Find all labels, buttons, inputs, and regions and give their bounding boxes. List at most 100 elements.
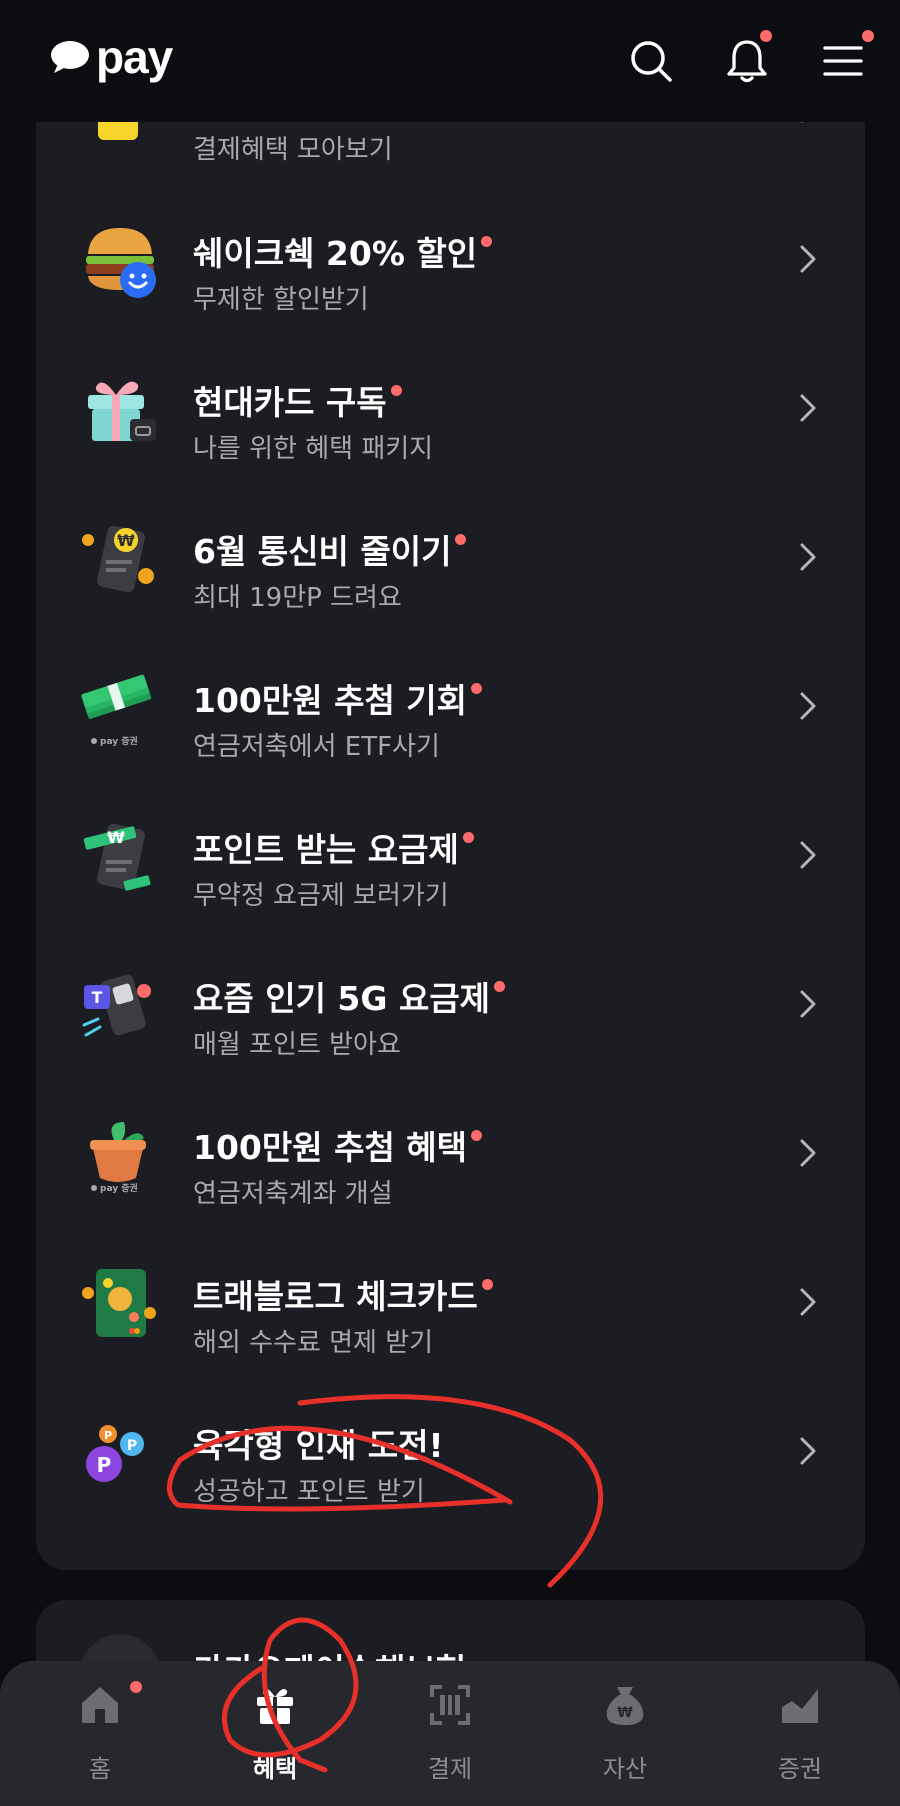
nav-label: 혜택	[252, 1755, 298, 1783]
gift-box-icon	[88, 381, 156, 441]
list-item-title-wrap: 6월 통신비 줄이기	[193, 532, 467, 572]
chevron-right-icon	[800, 543, 816, 571]
list-item[interactable]: pay 증권 100만원 추첨 기회 연금저축에서 ETF사기	[36, 631, 865, 780]
list-item-subtitle: 연금저축에서 ETF사기	[193, 732, 440, 762]
svg-text:pay 증권: pay 증권	[100, 735, 138, 747]
list-item-subtitle: 해외 수수료 면제 받기	[193, 1328, 434, 1358]
burger-icon	[86, 228, 156, 298]
nav-payment[interactable]: 결제	[390, 1683, 510, 1793]
new-dot	[455, 534, 467, 545]
menu-button[interactable]	[818, 30, 874, 86]
benefits-list-card: 결제혜택 모아보기 쉐이크쉑 20% 할인 무제한 할인받기 현대카드 구독 나…	[36, 122, 865, 1570]
nav-label: 증권	[777, 1755, 823, 1783]
list-item-title: 트래블로그 체크카드	[193, 1277, 478, 1316]
menu-icon	[823, 46, 863, 76]
svg-text:₩: ₩	[107, 828, 125, 847]
list-item-subtitle: 나를 위한 혜택 패키지	[193, 434, 434, 464]
top-header: pay	[0, 0, 900, 122]
nav-securities[interactable]: 증권	[740, 1683, 860, 1793]
home-icon	[82, 1687, 118, 1723]
menu-dot	[862, 30, 874, 42]
list-item-title: 포인트 받는 요금제	[193, 830, 459, 869]
chart-icon	[782, 1689, 818, 1723]
home-dot	[130, 1681, 142, 1693]
list-item-subtitle: 무약정 요금제 보러가기	[193, 881, 449, 911]
list-item[interactable]: 쉐이크쉑 20% 할인 무제한 할인받기	[36, 184, 865, 333]
new-dot	[462, 832, 474, 843]
chevron-right-icon	[800, 122, 804, 123]
list-item-subtitle: 결제혜택 모아보기	[193, 135, 393, 165]
chevron-right-icon	[800, 1437, 816, 1465]
travel-card-icon	[82, 1269, 156, 1337]
list-item-title: 100만원 추첨 혜택	[193, 1128, 468, 1167]
list-item-subtitle: 무제한 할인받기	[193, 285, 369, 315]
new-dot	[494, 981, 506, 992]
kakaopay-logo[interactable]: pay	[50, 31, 173, 83]
search-button[interactable]	[626, 36, 676, 86]
bottom-navigation: 홈 혜택 결제 ₩ 자산 증권	[0, 1661, 900, 1806]
nav-label: 홈	[88, 1755, 112, 1783]
nav-home[interactable]: 홈	[40, 1681, 160, 1793]
list-item-title-wrap: 현대카드 구독	[193, 383, 402, 423]
list-item[interactable]: ₩ 포인트 받는 요금제 무약정 요금제 보러가기	[36, 780, 865, 929]
card-icon	[98, 122, 138, 140]
chevron-right-icon	[800, 394, 816, 422]
svg-text:P: P	[97, 1453, 112, 1477]
list-item-subtitle: 성공하고 포인트 받기	[193, 1477, 425, 1507]
svg-text:₩: ₩	[117, 531, 135, 550]
svg-text:pay 증권: pay 증권	[100, 1182, 138, 1194]
search-icon	[631, 41, 672, 82]
chevron-right-icon	[800, 245, 816, 273]
logo-text: pay	[96, 31, 173, 83]
nav-assets[interactable]: ₩ 자산	[565, 1683, 685, 1793]
phone-won-icon: ₩	[82, 525, 154, 593]
money-stack-icon: pay 증권	[81, 674, 152, 747]
list-item[interactable]: T 요즘 인기 5G 요금제 매월 포인트 받아요	[36, 929, 865, 1078]
list-item-title: 6월 통신비 줄이기	[193, 532, 452, 571]
svg-text:₩: ₩	[617, 1705, 633, 1721]
svg-text:P: P	[104, 1429, 112, 1442]
svg-text:T: T	[92, 988, 103, 1007]
list-item[interactable]: P P P 육각형 인재 도전! 성공하고 포인트 받기	[36, 1376, 865, 1525]
nav-benefits[interactable]: 혜택	[215, 1683, 335, 1793]
plant-pot-icon: pay 증권	[90, 1122, 146, 1194]
svg-text:P: P	[127, 1438, 137, 1454]
list-item-title-wrap: 요즘 인기 5G 요금제	[193, 979, 506, 1019]
list-item-title-wrap: 육각형 인재 도전!	[193, 1426, 444, 1466]
list-item[interactable]: pay 증권 100만원 추첨 혜택 연금저축계좌 개설	[36, 1078, 865, 1227]
list-item-title: 쉐이크쉑 20% 할인	[193, 234, 478, 273]
list-item-title-wrap: 쉐이크쉑 20% 할인	[193, 234, 493, 274]
new-dot	[471, 1130, 483, 1141]
list-item-title-wrap: 포인트 받는 요금제	[193, 830, 474, 870]
new-dot	[481, 1279, 493, 1290]
list-item[interactable]: 트래블로그 체크카드 해외 수수료 면제 받기	[36, 1227, 865, 1376]
bell-icon	[727, 40, 767, 83]
scan-icon	[430, 1685, 470, 1725]
list-item-title-wrap: 100만원 추첨 기회	[193, 681, 483, 721]
list-item-title: 현대카드 구독	[193, 383, 387, 422]
list-item[interactable]: 결제혜택 모아보기	[36, 122, 865, 183]
speech-bubble-icon	[51, 41, 89, 73]
phone-won-green-icon: ₩	[83, 823, 151, 891]
list-item-title-wrap: 트래블로그 체크카드	[193, 1277, 493, 1317]
list-item[interactable]: 현대카드 구독 나를 위한 혜택 패키지	[36, 333, 865, 482]
notification-dot	[760, 30, 772, 42]
new-dot	[481, 236, 493, 247]
chevron-right-icon	[800, 1139, 816, 1167]
chevron-right-icon	[800, 692, 816, 720]
chevron-right-icon	[800, 841, 816, 869]
chevron-right-icon	[800, 990, 816, 1018]
list-item-title-wrap: 100만원 추첨 혜택	[193, 1128, 483, 1168]
nav-label: 자산	[602, 1755, 648, 1783]
nav-label: 결제	[427, 1755, 473, 1783]
new-dot	[471, 683, 483, 694]
new-dot	[390, 385, 402, 396]
list-item[interactable]: ₩ 6월 통신비 줄이기 최대 19만P 드려요	[36, 482, 865, 631]
notification-button[interactable]	[722, 30, 772, 86]
list-item-subtitle: 최대 19만P 드려요	[193, 583, 402, 613]
list-item-title: 100만원 추첨 기회	[193, 681, 468, 720]
list-item-title: 요즘 인기 5G 요금제	[193, 979, 491, 1018]
gift-icon	[257, 1689, 293, 1724]
chevron-right-icon	[800, 1288, 816, 1316]
phone-5g-icon: T	[82, 974, 151, 1037]
